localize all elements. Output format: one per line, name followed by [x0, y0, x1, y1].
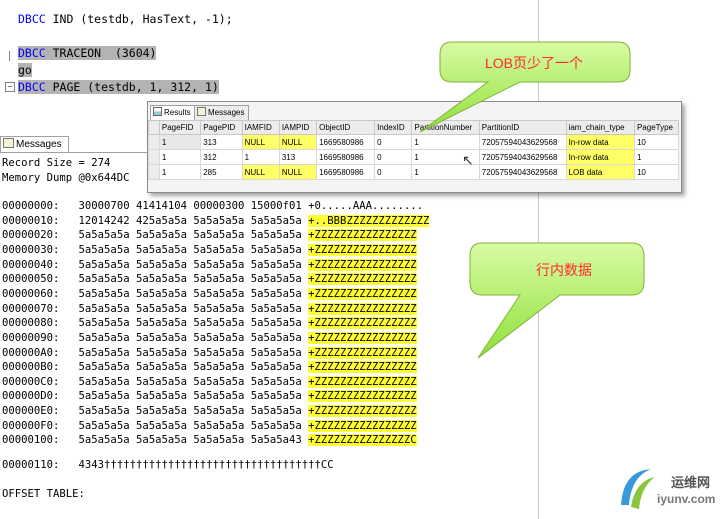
callout-layer: [419, 41, 645, 359]
callout-lob-text: LOB页少了一个: [485, 55, 584, 71]
watermark-cn: 运维网: [671, 475, 711, 490]
watermark-url: iyunv.com: [657, 492, 716, 506]
watermark-logo: 运维网 iyunv.com: [617, 465, 719, 513]
watermark-swoosh-icon: [621, 469, 655, 509]
callout-inrow-text: 行内数据: [536, 262, 592, 278]
